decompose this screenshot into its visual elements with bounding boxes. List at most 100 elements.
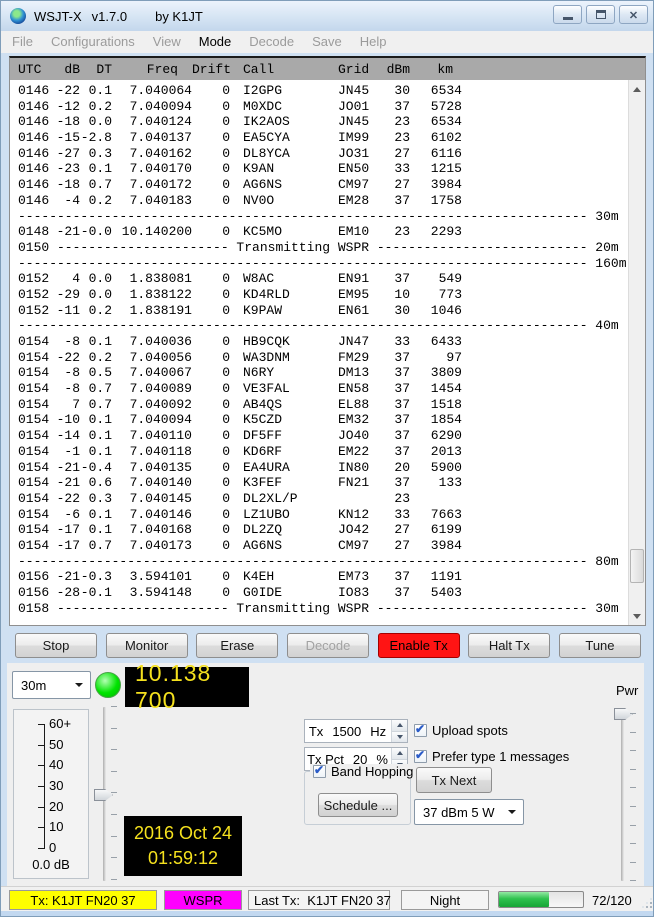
slider-tick	[630, 806, 636, 807]
scroll-down-button[interactable]	[629, 608, 645, 624]
prefer-type1-label: Prefer type 1 messages	[432, 749, 569, 764]
upload-spots-checkbox[interactable]	[414, 724, 427, 737]
decode-row: 0146-180.77.0401720AG6NSCM97273984	[10, 177, 628, 193]
schedule-button[interactable]: Schedule ...	[318, 793, 398, 817]
decode-body[interactable]: 0146-220.17.0400640I2GPGJN453065340146-1…	[10, 80, 628, 625]
resize-grip[interactable]	[642, 898, 652, 908]
close-button[interactable]	[619, 5, 648, 24]
slider-tick	[111, 836, 117, 837]
decode-header: UTCdBDTFreqDriftCallGriddBmkm	[10, 58, 645, 80]
power-select[interactable]: 37 dBm 5 W	[414, 799, 524, 825]
column-header-utc: UTC	[18, 62, 49, 77]
scroll-thumb[interactable]	[630, 549, 644, 583]
tx-freq-prefix: Tx	[309, 724, 323, 739]
restore-button[interactable]	[586, 5, 615, 24]
slider-tick	[111, 814, 117, 815]
halt-tx-button[interactable]: Halt Tx	[468, 633, 550, 658]
decode-row: 0156-28-0.13.5941480G0IDEIO83375403	[10, 585, 628, 601]
band-separator-row: ----------------------------------------…	[10, 256, 628, 272]
rx-level-meter: 60+50403020100 0.0 dB	[13, 709, 89, 879]
frequency-display: 10.138 700	[125, 667, 249, 707]
meter-tick-label: 50	[49, 738, 63, 752]
menu-item-configurations: Configurations	[42, 31, 144, 53]
slider-tick	[630, 825, 636, 826]
decode-row: 0154-21-0.47.0401350EA4URAIN80205900	[10, 460, 628, 476]
control-panel: 30m 10.138 700 Pwr 60+50403020100 0.0 dB…	[7, 663, 644, 886]
gain-slider-thumb[interactable]	[94, 789, 113, 801]
stop-button[interactable]: Stop	[15, 633, 97, 658]
spin-up-icon	[397, 723, 403, 727]
wsjtx-window: WSJT-X v1.7.0 by K1JT FileConfigurations…	[0, 0, 654, 917]
meter-tick-label: 60+	[49, 717, 71, 731]
slider-tick	[630, 880, 636, 881]
power-select-value: 37 dBm 5 W	[423, 805, 495, 820]
band-hopping-label: Band Hopping	[331, 764, 413, 779]
monitor-button[interactable]: Monitor	[106, 633, 188, 658]
chevron-down-icon	[75, 683, 83, 687]
status-last-tx: Last Tx: K1JT FN20 37	[248, 890, 390, 910]
button-row: Stop Monitor Erase Decode Enable Tx Halt Tx Tu…	[15, 633, 641, 658]
tx-freq-spin-up[interactable]	[392, 720, 407, 732]
menu-item-help: Help	[351, 31, 396, 53]
meter-tick	[38, 827, 45, 828]
decode-button: Decode	[287, 633, 369, 658]
tx-progress-fill	[499, 892, 549, 907]
meter-tick	[38, 807, 45, 808]
decode-row: 0146-270.37.0401620DL8YCAJO31276116	[10, 146, 628, 162]
decode-row: 0154-220.27.0400560WA3DNMFM293797	[10, 350, 628, 366]
tune-button[interactable]: Tune	[559, 633, 641, 658]
decode-row: 0154-80.57.0400670N6RYDM13373809	[10, 365, 628, 381]
tx-freq-value: 1500	[332, 724, 361, 739]
erase-button[interactable]: Erase	[196, 633, 278, 658]
tx-next-button[interactable]: Tx Next	[416, 767, 492, 793]
decode-row: 0154-80.77.0400890VE3FALEN58371454	[10, 381, 628, 397]
close-icon	[629, 7, 638, 22]
enable-tx-button[interactable]: Enable Tx	[378, 633, 460, 658]
slider-tick	[630, 787, 636, 788]
tx-freq-suffix: Hz	[370, 724, 386, 739]
title-bar[interactable]: WSJT-X v1.7.0 by K1JT	[1, 1, 653, 31]
column-header-km: km	[410, 62, 462, 77]
menu-item-mode[interactable]: Mode	[190, 31, 241, 53]
prefer-type1-row: Prefer type 1 messages	[414, 749, 569, 764]
decode-row: 0154-170.77.0401730AG6NSCM97273984	[10, 538, 628, 554]
band-hopping-checkbox[interactable]	[313, 765, 326, 778]
band-select[interactable]: 30m	[12, 671, 91, 699]
tx-freq-spin-down[interactable]	[392, 732, 407, 743]
spin-down-icon	[397, 735, 403, 739]
scroll-up-button[interactable]	[629, 81, 645, 97]
decode-row: 0154-80.17.0400360HB9CQKJN47336433	[10, 334, 628, 350]
decode-row: 0154-220.37.0401450DL2XL/P23	[10, 491, 628, 507]
status-tx-message: Tx: K1JT FN20 37	[9, 890, 157, 910]
band-separator-row: ----------------------------------------…	[10, 318, 628, 334]
slider-tick	[630, 769, 636, 770]
decode-row: 0146-15-2.87.0401370EA5CYAIM99236102	[10, 130, 628, 146]
tx-progress-bar	[498, 891, 584, 908]
scrollbar-track[interactable]	[628, 80, 645, 625]
clock-date: 2016 Oct 24	[124, 821, 242, 846]
menu-item-file: File	[3, 31, 42, 53]
meter-tick-label: 0	[49, 841, 56, 855]
meter-tick-label: 10	[49, 820, 63, 834]
decode-row: 0146-40.27.0401830NV0OEM28371758	[10, 193, 628, 209]
window-title-app: WSJT-X	[34, 9, 82, 24]
minimize-icon	[563, 17, 573, 20]
upload-spots-label: Upload spots	[432, 723, 508, 738]
progress-count: 72/120	[592, 893, 632, 908]
prefer-type1-checkbox[interactable]	[414, 750, 427, 763]
status-mode-badge: WSPR	[164, 890, 242, 910]
minimize-button[interactable]	[553, 5, 582, 24]
tx-pct-spin-up[interactable]	[392, 748, 407, 760]
tx-freq-spinbox[interactable]: Tx 1500 Hz	[304, 719, 408, 743]
slider-tick	[111, 771, 117, 772]
pwr-slider-thumb[interactable]	[614, 708, 633, 720]
decode-row: 0154-140.17.0401100DF5FFJO40376290	[10, 428, 628, 444]
decode-row: 015240.01.8380810W8ACEN9137549	[10, 271, 628, 287]
app-icon	[10, 8, 26, 24]
chevron-down-icon	[508, 810, 516, 814]
pwr-slider-track[interactable]	[621, 711, 624, 881]
column-header-db: dB	[49, 62, 80, 77]
band-select-value: 30m	[21, 678, 46, 693]
slider-tick	[630, 750, 636, 751]
decode-pane: UTCdBDTFreqDriftCallGriddBmkm 0146-220.1…	[9, 56, 646, 626]
